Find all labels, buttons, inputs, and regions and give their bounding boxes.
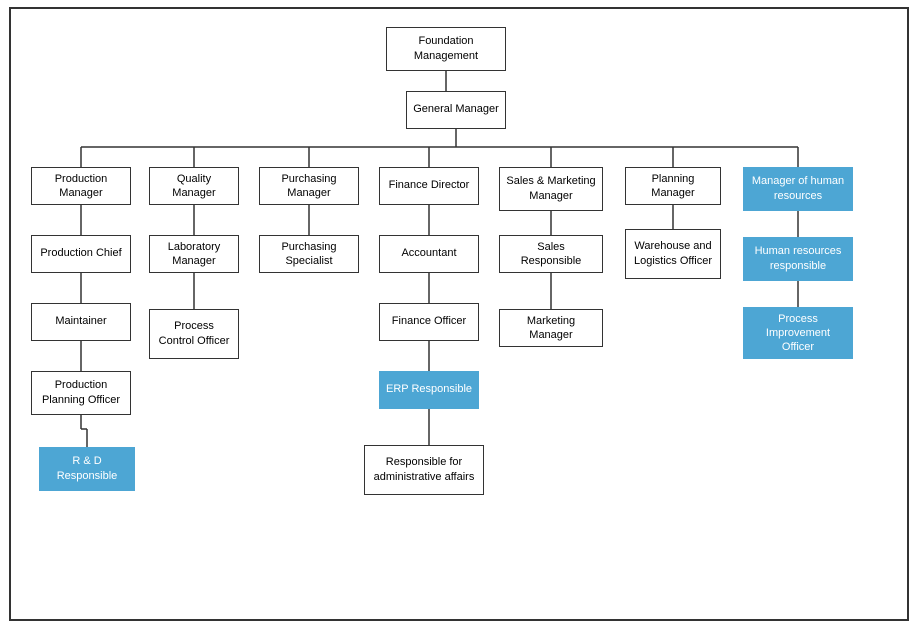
production-planning-label: Production Planning Officer <box>38 378 124 407</box>
quality-manager-label: Quality Manager <box>156 172 232 201</box>
hr-manager-label: Manager of human resources <box>750 174 846 203</box>
hr-manager-node: Manager of human resources <box>743 167 853 211</box>
production-chief-label: Production Chief <box>40 246 121 260</box>
production-planning-node: Production Planning Officer <box>31 371 131 415</box>
rd-responsible-node: R & D Responsible <box>39 447 135 491</box>
process-improvement-node: Process Improvement Officer <box>743 307 853 360</box>
marketing-manager-node: Marketing Manager <box>499 309 603 348</box>
hr-responsible-label: Human resources responsible <box>750 244 846 273</box>
production-manager-label: Production Manager <box>38 172 124 201</box>
finance-director-node: Finance Director <box>379 167 479 205</box>
warehouse-logistics-node: Warehouse and Logistics Officer <box>625 229 721 279</box>
sales-marketing-manager-label: Sales & Marketing Manager <box>506 174 596 203</box>
process-improvement-label: Process Improvement Officer <box>750 312 846 355</box>
purchasing-specialist-label: Purchasing Specialist <box>266 240 352 269</box>
hr-responsible-node: Human resources responsible <box>743 237 853 281</box>
purchasing-specialist-node: Purchasing Specialist <box>259 235 359 274</box>
maintainer-node: Maintainer <box>31 303 131 341</box>
foundation-management-label: Foundation Management <box>393 34 499 63</box>
org-chart-container: Foundation Management General Manager Prod… <box>9 7 909 621</box>
quality-manager-node: Quality Manager <box>149 167 239 206</box>
finance-director-label: Finance Director <box>389 178 470 192</box>
accountant-label: Accountant <box>401 246 456 260</box>
admin-affairs-node: Responsible for administrative affairs <box>364 445 484 495</box>
production-chief-node: Production Chief <box>31 235 131 273</box>
admin-affairs-label: Responsible for administrative affairs <box>371 455 477 484</box>
warehouse-logistics-label: Warehouse and Logistics Officer <box>632 239 714 268</box>
finance-officer-label: Finance Officer <box>392 314 466 328</box>
erp-responsible-node: ERP Responsible <box>379 371 479 409</box>
laboratory-manager-label: Laboratory Manager <box>156 240 232 269</box>
accountant-node: Accountant <box>379 235 479 273</box>
sales-responsible-node: Sales Responsible <box>499 235 603 274</box>
general-manager-label: General Manager <box>413 102 499 116</box>
foundation-management-node: Foundation Management <box>386 27 506 71</box>
purchasing-manager-node: Purchasing Manager <box>259 167 359 206</box>
sales-marketing-manager-node: Sales & Marketing Manager <box>499 167 603 211</box>
laboratory-manager-node: Laboratory Manager <box>149 235 239 274</box>
process-control-node: Process Control Officer <box>149 309 239 359</box>
sales-responsible-label: Sales Responsible <box>506 240 596 269</box>
erp-responsible-label: ERP Responsible <box>386 382 472 396</box>
rd-responsible-label: R & D Responsible <box>46 454 128 483</box>
marketing-manager-label: Marketing Manager <box>506 314 596 343</box>
production-manager-node: Production Manager <box>31 167 131 206</box>
maintainer-label: Maintainer <box>55 314 106 328</box>
purchasing-manager-label: Purchasing Manager <box>266 172 352 201</box>
org-chart: Foundation Management General Manager Prod… <box>21 19 897 609</box>
planning-manager-label: Planning Manager <box>632 172 714 201</box>
general-manager-node: General Manager <box>406 91 506 129</box>
process-control-label: Process Control Officer <box>156 319 232 348</box>
planning-manager-node: Planning Manager <box>625 167 721 206</box>
finance-officer-node: Finance Officer <box>379 303 479 341</box>
